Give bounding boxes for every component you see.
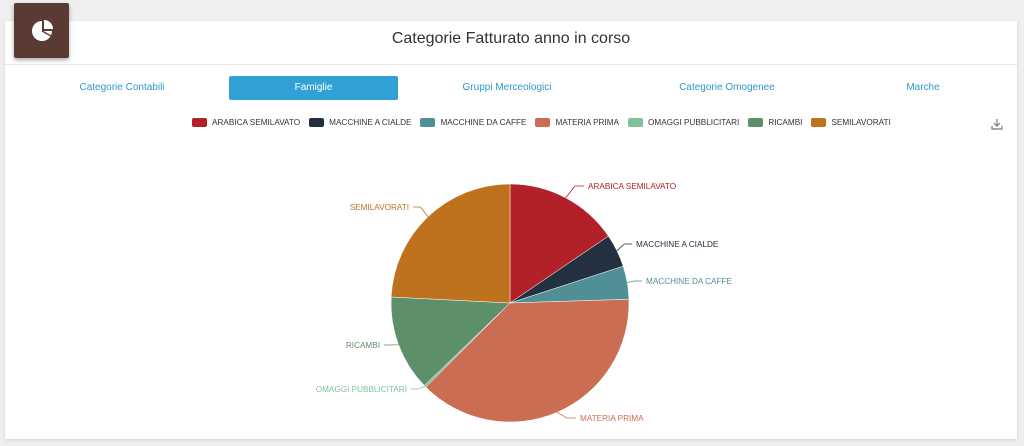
slice-label-ricambi: RICAMBI <box>346 341 380 350</box>
slice-label-omaggi-pubblicitari: OMAGGI PUBBLICITARI <box>316 385 407 394</box>
slice-label-macchine-da-caffe: MACCHINE DA CAFFE <box>646 277 733 286</box>
slice-label-macchine-a-cialde: MACCHINE A CIALDE <box>636 240 719 249</box>
leader-line-semilavorati <box>413 206 429 218</box>
leader-line-omaggi-pubblicitari <box>411 385 426 390</box>
leader-line-macchine-da-caffe <box>627 280 642 283</box>
slice-label-materia-prima: MATERIA PRIMA <box>580 414 644 423</box>
pie-slice-semilavorati[interactable] <box>390 183 511 304</box>
pie-chart-icon <box>14 3 69 58</box>
leader-line-materia-prima <box>557 411 576 419</box>
leader-line-arabica-semilavato <box>565 185 584 199</box>
slice-label-arabica-semilavato: ARABICA SEMILAVATO <box>588 182 676 191</box>
pie-chart: ARABICA SEMILAVATO MACCHINE A CIALDE MACCH… <box>316 182 733 423</box>
leader-line-macchine-a-cialde <box>616 243 632 251</box>
slice-label-semilavorati: SEMILAVORATI <box>350 203 409 212</box>
